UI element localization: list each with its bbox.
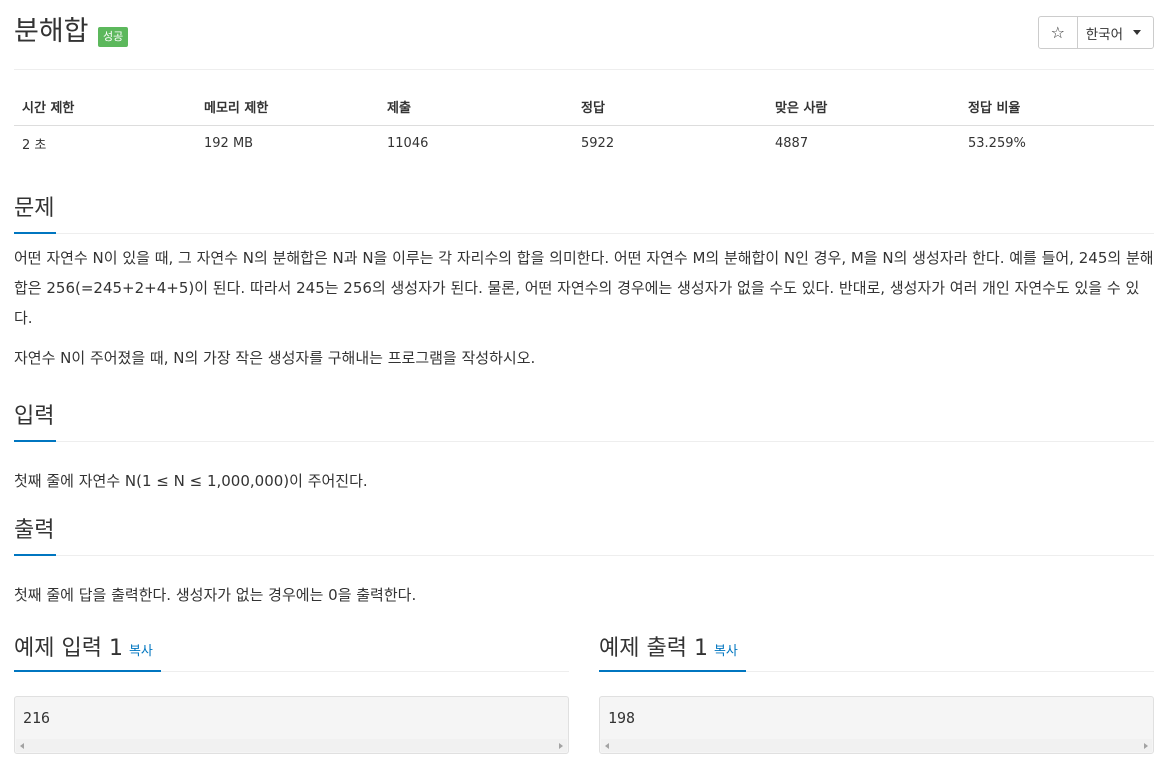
- input-heading-row: 입력: [14, 398, 1154, 442]
- output-heading-row: 출력: [14, 512, 1154, 556]
- value-accepted: 5922: [581, 135, 615, 151]
- sample-output-heading-row: 예제 출력 1 복사: [599, 628, 1154, 672]
- value-time-limit: 2 초: [22, 137, 47, 153]
- output-section: 출력 첫째 줄에 답을 출력한다. 생성자가 없는 경우에는 0을 출력한다.: [14, 512, 1154, 610]
- input-text: 첫째 줄에 자연수 N(1 ≤ N ≤ 1,000,000)이 주어진다.: [14, 472, 368, 490]
- output-text: 첫째 줄에 답을 출력한다. 생성자가 없는 경우에는 0을 출력한다.: [14, 586, 417, 604]
- value-solved-users: 4887: [775, 135, 809, 151]
- header-submissions: 제출: [379, 88, 573, 126]
- sample-input-box[interactable]: 216: [14, 696, 569, 754]
- header-accepted: 정답: [573, 88, 767, 126]
- sample-input-heading: 예제 입력 1: [14, 636, 123, 661]
- sample-input-scrollbar[interactable]: [16, 739, 567, 752]
- sample-output-scrollbar[interactable]: [601, 739, 1152, 752]
- sample-output-heading: 예제 출력 1: [599, 636, 708, 661]
- sample-output-heading-wrap: 예제 출력 1 복사: [599, 628, 746, 672]
- problem-info-table: 시간 제한 메모리 제한 제출 정답 맞은 사람 정답 비율 2 초 192 M…: [14, 88, 1154, 161]
- header-memory-limit: 메모리 제한: [196, 88, 379, 126]
- scroll-right-icon[interactable]: [1144, 743, 1148, 749]
- header-solved-users: 맞은 사람: [767, 88, 960, 126]
- value-accept-ratio: 53.259%: [968, 135, 1026, 151]
- star-icon: ☆: [1050, 23, 1065, 42]
- description-paragraph-2: 자연수 N이 주어졌을 때, N의 가장 작은 생성자를 구해내는 프로그램을 …: [14, 349, 536, 367]
- description-paragraph-1: 어떤 자연수 N이 있을 때, 그 자연수 N의 분해합은 N과 N을 이루는 …: [14, 249, 1154, 327]
- header-time-limit: 시간 제한: [14, 88, 196, 126]
- page-title: 분해합: [14, 16, 89, 47]
- input-heading: 입력: [14, 398, 57, 442]
- value-submissions: 11046: [387, 135, 429, 151]
- info-header-row: 시간 제한 메모리 제한 제출 정답 맞은 사람 정답 비율: [14, 88, 1154, 126]
- scroll-left-icon[interactable]: [605, 743, 609, 749]
- caret-down-icon: [1133, 30, 1141, 35]
- input-section: 입력 첫째 줄에 자연수 N(1 ≤ N ≤ 1,000,000)이 주어진다.: [14, 398, 1154, 496]
- header-button-group: ☆ 한국어: [1037, 16, 1154, 49]
- sample-input-panel: 예제 입력 1 복사 216: [14, 628, 569, 754]
- description-heading: 문제: [14, 190, 57, 234]
- copy-sample-input-link[interactable]: 복사: [129, 644, 153, 659]
- copy-sample-output-link[interactable]: 복사: [714, 644, 738, 659]
- sample-output-box[interactable]: 198: [599, 696, 1154, 754]
- sample-output-panel: 예제 출력 1 복사 198: [599, 628, 1154, 754]
- problem-page: 분해합 성공 ☆ 한국어 시간 제한 메모리 제한 제출 정답 맞은 사람 정답…: [14, 0, 1154, 754]
- output-heading: 출력: [14, 512, 57, 556]
- title-row: 분해합 성공 ☆ 한국어: [14, 0, 1154, 70]
- info-value-row: 2 초 192 MB 11046 5922 4887 53.259%: [14, 125, 1154, 161]
- language-dropdown[interactable]: 한국어: [1078, 17, 1153, 48]
- status-badge: 성공: [98, 27, 129, 47]
- sample-input-heading-row: 예제 입력 1 복사: [14, 628, 569, 672]
- sample-output-value: 198: [608, 709, 636, 727]
- scroll-left-icon[interactable]: [20, 743, 24, 749]
- language-label: 한국어: [1085, 26, 1123, 43]
- value-memory-limit: 192 MB: [204, 135, 254, 151]
- description-heading-row: 문제: [14, 190, 1154, 234]
- scroll-right-icon[interactable]: [559, 743, 563, 749]
- sample-input-heading-wrap: 예제 입력 1 복사: [14, 628, 161, 672]
- description-section: 문제 어떤 자연수 N이 있을 때, 그 자연수 N의 분해합은 N과 N을 이…: [14, 190, 1154, 373]
- sample-input-value: 216: [23, 709, 51, 727]
- star-button[interactable]: ☆: [1039, 17, 1078, 48]
- header-accept-ratio: 정답 비율: [960, 88, 1154, 126]
